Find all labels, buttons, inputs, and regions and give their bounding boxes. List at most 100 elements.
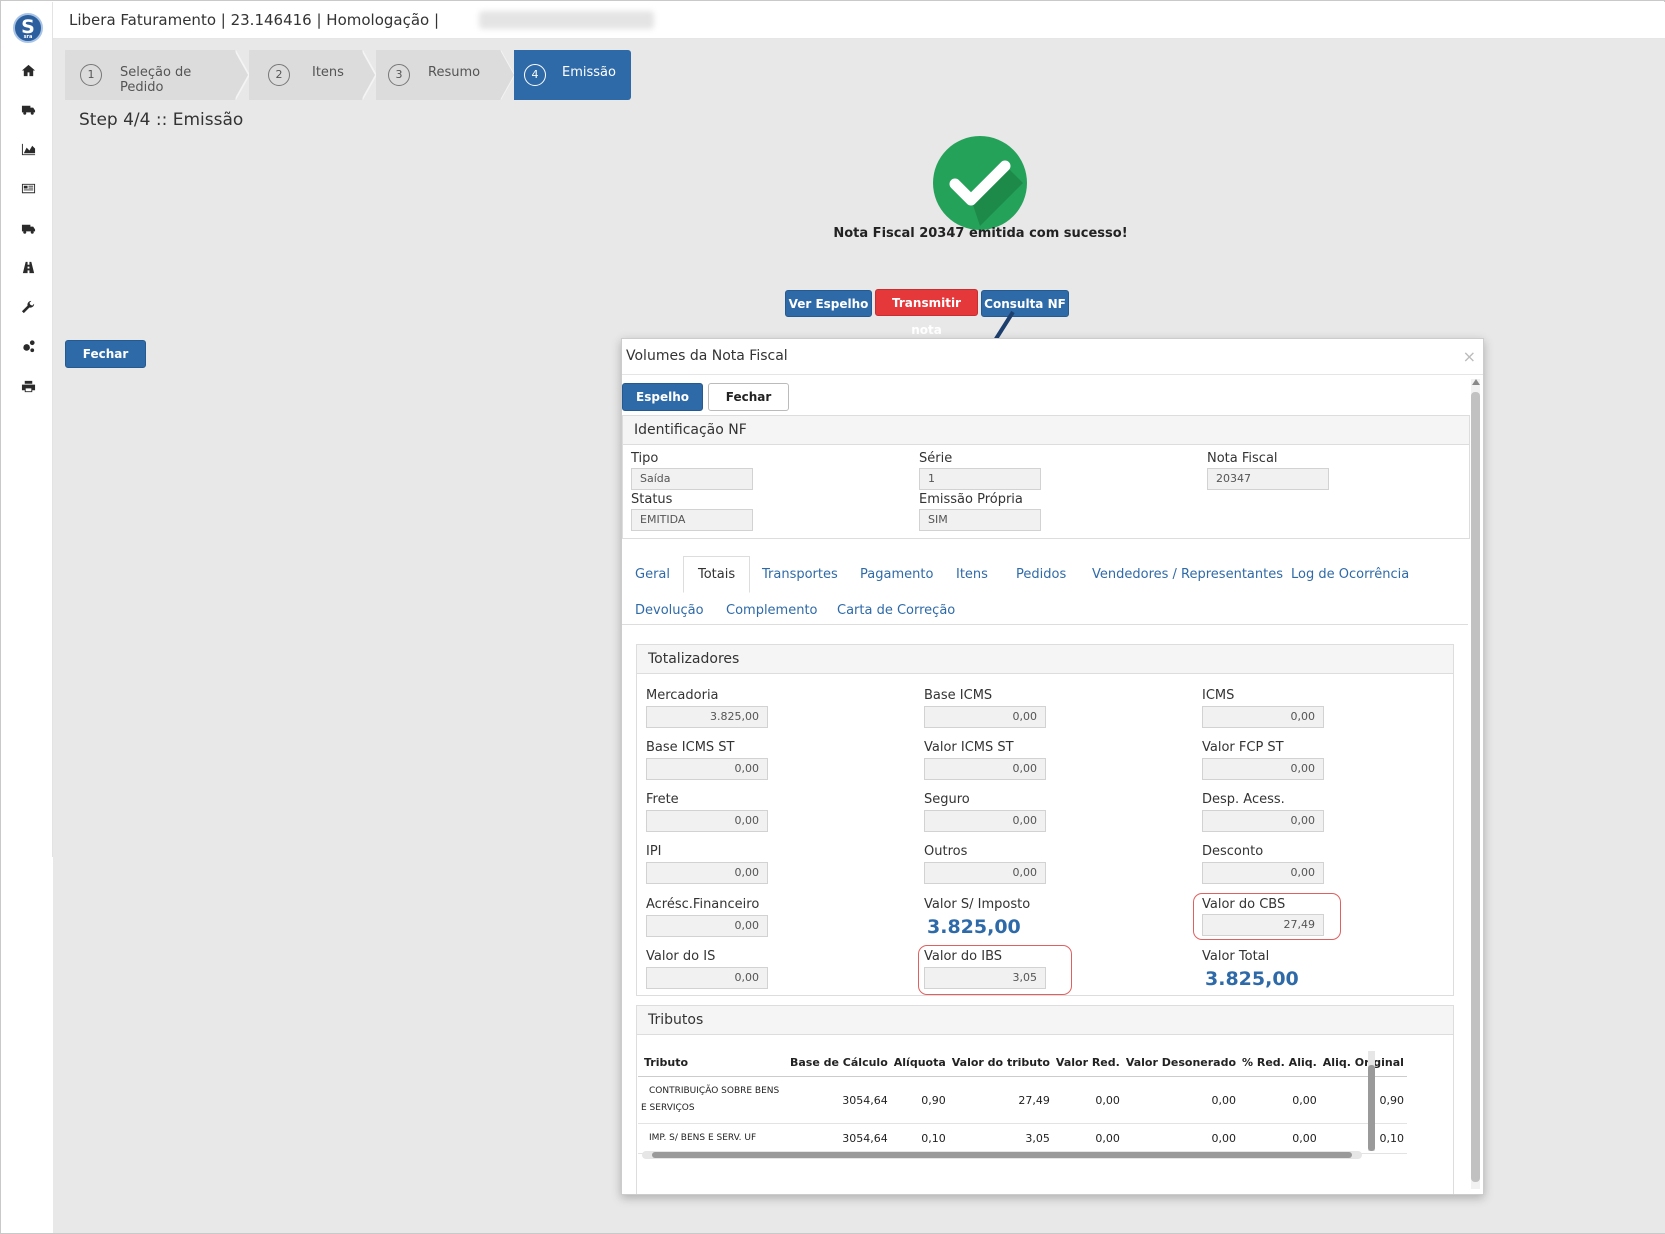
road-icon[interactable] bbox=[16, 256, 40, 278]
wizard-step-1[interactable]: 1 Seleção de Pedido bbox=[65, 50, 235, 100]
table-scrollbar-h[interactable] bbox=[642, 1151, 1362, 1159]
valor-is-field[interactable]: 0,00 bbox=[646, 967, 768, 989]
step-label: Emissão bbox=[562, 65, 616, 80]
valor-desonerado-cell: 0,00 bbox=[1122, 1076, 1240, 1124]
base-cell: 3054,64 bbox=[787, 1076, 891, 1124]
tab-complemento[interactable]: Complemento bbox=[726, 603, 818, 618]
modal-title: Volumes da Nota Fiscal bbox=[626, 348, 788, 364]
acresc-financeiro-field[interactable]: 0,00 bbox=[646, 915, 768, 937]
tab-geral[interactable]: Geral bbox=[635, 567, 670, 582]
col-tributo[interactable]: Tributo bbox=[638, 1049, 787, 1077]
serie-field[interactable]: 1 bbox=[919, 468, 1041, 490]
tabs-container: Geral Totais Transportes Pagamento Itens… bbox=[622, 553, 1468, 633]
frete-label: Frete bbox=[646, 792, 679, 807]
valor-cbs-label: Valor do CBS bbox=[1202, 897, 1286, 912]
truck-icon[interactable] bbox=[16, 98, 40, 120]
base-icms-st-label: Base ICMS ST bbox=[646, 740, 735, 755]
page-header-title: Libera Faturamento | 23.146416 | Homolog… bbox=[69, 11, 440, 29]
col-valor-desonerado[interactable]: Valor Desonerado bbox=[1122, 1049, 1240, 1077]
desconto-label: Desconto bbox=[1202, 844, 1264, 859]
cogs-icon[interactable] bbox=[16, 335, 40, 357]
col-red-aliq[interactable]: % Red. Aliq. bbox=[1239, 1049, 1320, 1077]
valor-red-cell: 0,00 bbox=[1052, 1123, 1123, 1154]
mercadoria-field[interactable]: 3.825,00 bbox=[646, 706, 768, 728]
valor-icms-st-field[interactable]: 0,00 bbox=[924, 758, 1046, 780]
success-message: Nota Fiscal 20347 emitida com sucesso! bbox=[833, 226, 1128, 241]
tributo-cell: CONTRIBUIÇÃO SOBRE BENS E SERVIÇOS bbox=[641, 1086, 780, 1113]
panel-heading: Tributos bbox=[648, 1012, 704, 1028]
desp-acess-field[interactable]: 0,00 bbox=[1202, 810, 1324, 832]
outros-field[interactable]: 0,00 bbox=[924, 862, 1046, 884]
wizard-step-2[interactable]: 2 Itens bbox=[249, 50, 362, 100]
base-icms-st-field[interactable]: 0,00 bbox=[646, 758, 768, 780]
aliquota-cell: 0,90 bbox=[890, 1076, 949, 1124]
espelho-button[interactable]: Espelho bbox=[622, 383, 703, 411]
ver-espelho-button[interactable]: Ver Espelho bbox=[785, 290, 872, 317]
tab-transportes[interactable]: Transportes bbox=[762, 567, 838, 582]
modal-header: Volumes da Nota Fiscal × bbox=[622, 339, 1483, 375]
status-field[interactable]: EMITIDA bbox=[631, 509, 753, 531]
panel-heading: Identificação NF bbox=[634, 422, 747, 438]
icms-field[interactable]: 0,00 bbox=[1202, 706, 1324, 728]
truck-icon[interactable] bbox=[16, 217, 40, 239]
panel-heading: Totalizadores bbox=[648, 651, 740, 667]
red-aliq-cell: 0,00 bbox=[1239, 1076, 1320, 1124]
col-valor-tributo[interactable]: Valor do tributo bbox=[948, 1049, 1053, 1077]
table-row[interactable]: IMP. S/ BENS E SERV. UF 3054,64 0,10 3,0… bbox=[638, 1123, 1407, 1154]
valor-s-imposto-label: Valor S/ Imposto bbox=[924, 897, 1031, 912]
tab-totais[interactable]: Totais bbox=[683, 556, 751, 593]
step-label: Resumo bbox=[428, 65, 481, 80]
base-icms-field[interactable]: 0,00 bbox=[924, 706, 1046, 728]
valor-cbs-field[interactable]: 27,49 bbox=[1202, 914, 1324, 936]
valor-tributo-cell: 3,05 bbox=[948, 1123, 1053, 1154]
col-aliquota[interactable]: Alíquota bbox=[890, 1049, 949, 1077]
ipi-label: IPI bbox=[646, 844, 662, 859]
tab-itens[interactable]: Itens bbox=[956, 567, 988, 582]
area-chart-icon[interactable] bbox=[16, 138, 40, 160]
ipi-field[interactable]: 0,00 bbox=[646, 862, 768, 884]
sidebar: Ssra bbox=[2, 2, 53, 857]
col-valor-red[interactable]: Valor Red. bbox=[1052, 1049, 1123, 1077]
app-logo[interactable]: Ssra bbox=[13, 13, 43, 43]
modal-fechar-button[interactable]: Fechar bbox=[708, 383, 789, 411]
modal-scrollbar[interactable] bbox=[1471, 379, 1480, 1189]
valor-ibs-field[interactable]: 3,05 bbox=[924, 967, 1046, 989]
nf-volumes-modal: Volumes da Nota Fiscal × Espelho Fechar … bbox=[621, 338, 1484, 1195]
status-label: Status bbox=[631, 492, 673, 507]
seguro-field[interactable]: 0,00 bbox=[924, 810, 1046, 832]
table-scrollbar-v[interactable] bbox=[1368, 1051, 1375, 1151]
tab-vendedores[interactable]: Vendedores / Representantes bbox=[1092, 567, 1283, 582]
outros-label: Outros bbox=[924, 844, 968, 859]
serie-label: Série bbox=[919, 451, 953, 466]
tab-pedidos[interactable]: Pedidos bbox=[1016, 567, 1066, 582]
desconto-field[interactable]: 0,00 bbox=[1202, 862, 1324, 884]
wizard-step-4[interactable]: 4 Emissão bbox=[514, 50, 631, 100]
valor-fcp-st-field[interactable]: 0,00 bbox=[1202, 758, 1324, 780]
frete-field[interactable]: 0,00 bbox=[646, 810, 768, 832]
print-icon[interactable] bbox=[16, 375, 40, 397]
wrench-icon[interactable] bbox=[16, 296, 40, 318]
step-number: 4 bbox=[524, 64, 546, 86]
emissao-propria-field[interactable]: SIM bbox=[919, 509, 1041, 531]
acresc-financeiro-label: Acrésc.Financeiro bbox=[646, 897, 760, 912]
wizard-step-3[interactable]: 3 Resumo bbox=[376, 50, 500, 100]
table-row[interactable]: CONTRIBUIÇÃO SOBRE BENS E SERVIÇOS 3054,… bbox=[638, 1076, 1407, 1124]
tab-log-ocorrencia[interactable]: Log de Ocorrência bbox=[1291, 567, 1409, 582]
nota-fiscal-field[interactable]: 20347 bbox=[1207, 468, 1329, 490]
home-icon[interactable] bbox=[16, 59, 40, 81]
valor-total-label: Valor Total bbox=[1202, 949, 1270, 964]
close-icon[interactable]: × bbox=[1463, 347, 1476, 366]
tab-pagamento[interactable]: Pagamento bbox=[860, 567, 933, 582]
logo-sub: sra bbox=[23, 34, 33, 40]
fechar-button[interactable]: Fechar bbox=[65, 340, 146, 368]
step-label: Seleção de Pedido bbox=[120, 65, 192, 95]
step-label: Itens bbox=[312, 65, 344, 80]
col-base-calculo[interactable]: Base de Cálculo bbox=[787, 1049, 891, 1077]
tributos-panel: Tributos Tributo Base de Cálculo Alíquot… bbox=[636, 1005, 1454, 1194]
col-aliq-original[interactable]: Aliq. Original bbox=[1319, 1049, 1407, 1077]
tab-devolucao[interactable]: Devolução bbox=[635, 603, 704, 618]
newspaper-icon[interactable] bbox=[16, 177, 40, 199]
tab-carta-correcao[interactable]: Carta de Correção bbox=[837, 603, 955, 618]
tributo-cell: IMP. S/ BENS E SERV. UF bbox=[649, 1133, 757, 1143]
tipo-field[interactable]: Saída bbox=[631, 468, 753, 490]
